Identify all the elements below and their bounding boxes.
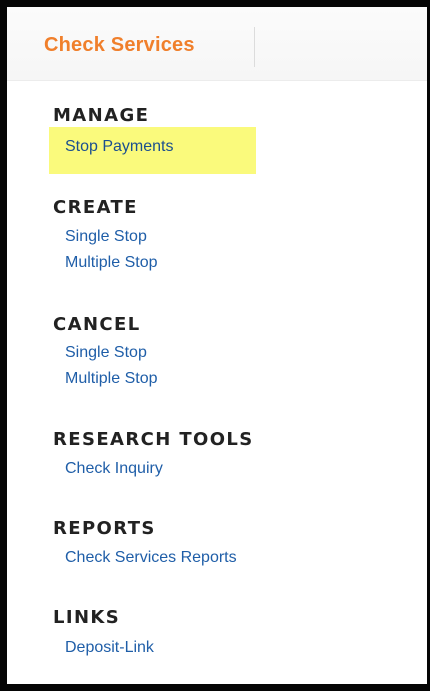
section-heading-manage: MANAGE xyxy=(53,105,150,126)
tab-divider xyxy=(254,27,255,67)
nav-link-check-inquiry[interactable]: Check Inquiry xyxy=(65,460,163,478)
check-services-panel: Check Services MANAGE Stop Payments CREA… xyxy=(7,7,427,684)
section-heading-reports: REPORTS xyxy=(53,518,156,539)
nav-link-cancel-single-stop[interactable]: Single Stop xyxy=(65,344,147,362)
nav-link-cancel-multiple-stop[interactable]: Multiple Stop xyxy=(65,370,158,388)
section-heading-links: LINKS xyxy=(53,607,121,628)
nav-link-stop-payments[interactable]: Stop Payments xyxy=(65,138,174,156)
tab-check-services[interactable]: Check Services xyxy=(44,34,195,57)
nav-link-create-multiple-stop[interactable]: Multiple Stop xyxy=(65,254,158,272)
nav-link-create-single-stop[interactable]: Single Stop xyxy=(65,228,147,246)
section-heading-research-tools: RESEARCH TOOLS xyxy=(53,429,254,450)
section-heading-cancel: CANCEL xyxy=(53,314,141,335)
nav-link-check-services-reports[interactable]: Check Services Reports xyxy=(65,549,237,567)
section-heading-create: CREATE xyxy=(53,197,138,218)
tab-bar: Check Services xyxy=(7,7,427,81)
nav-link-deposit-link[interactable]: Deposit-Link xyxy=(65,639,154,657)
